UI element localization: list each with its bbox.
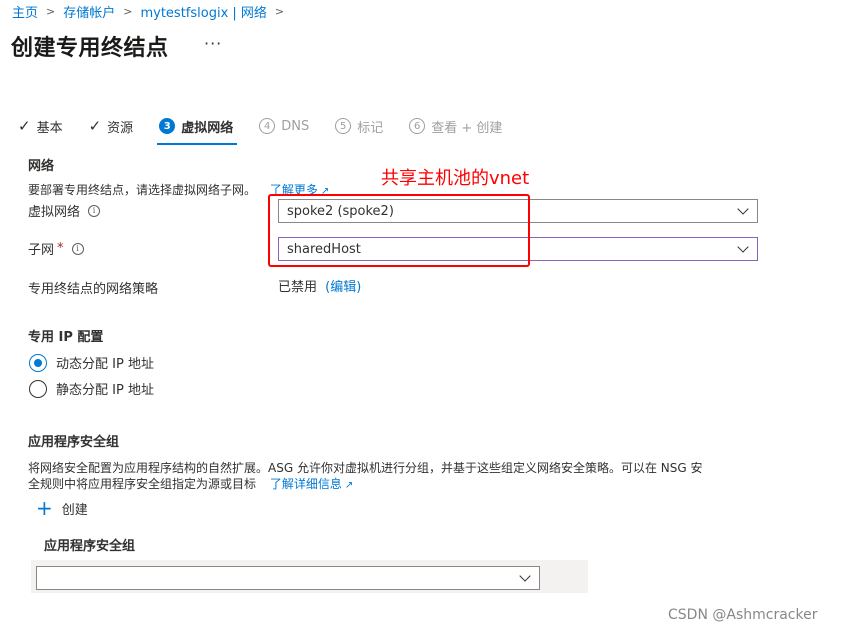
breadcrumb-storage-accounts[interactable]: 存储帐户 [63,2,115,21]
plus-icon: + [36,496,53,520]
tab-label: 查看 + 创建 [431,120,503,136]
asg-description-line1: 将网络安全配置为应用程序结构的自然扩展。ASG 允许你对虚拟机进行分组，并基于这… [28,461,703,475]
asg-dropdown[interactable] [36,566,540,590]
chevron-down-icon [737,241,749,253]
chevron-right-icon: > [123,5,133,18]
subnet-label-text: 子网 [28,243,55,258]
create-label: 创建 [61,502,88,518]
policy-edit-link[interactable]: (编辑) [325,280,361,295]
step-number-badge: 5 [335,118,352,134]
create-asg-button[interactable]: + 创建 [36,498,88,518]
breadcrumb: 主页 > 存储帐户 > mytestfslogix | 网络 > [12,2,286,21]
info-icon[interactable]: i [88,204,101,217]
annotation-highlight-box [268,194,530,267]
asg-column-header: 应用程序安全组 [44,539,136,554]
required-indicator: * [57,241,64,256]
tab-tags[interactable]: 5 标记 [335,114,383,138]
radio-static-ip[interactable]: 静态分配 IP 地址 [29,379,154,398]
watermark: CSDN @Ashmcracker [668,607,818,623]
policy-status: 已禁用 [278,280,318,295]
tab-basics[interactable]: ✓ 基本 [18,114,63,138]
tab-virtual-network[interactable]: 3 虚拟网络 [157,114,238,145]
step-number-badge: 6 [409,118,426,134]
tab-label: 资源 [107,120,134,136]
checkmark-icon: ✓ [88,117,102,135]
asg-section-title: 应用程序安全组 [28,435,120,450]
radio-label: 动态分配 IP 地址 [56,357,154,372]
tab-label: 虚拟网络 [181,120,234,136]
policy-label: 专用终结点的网络策略 [28,282,159,297]
network-description-text: 要部署专用终结点，请选择虚拟网络子网。 [28,183,257,197]
checkmark-icon: ✓ [18,117,31,135]
breadcrumb-home[interactable]: 主页 [12,2,38,21]
asg-description-text: 全规则中将应用程序安全组指定为源或目标 [28,477,257,491]
step-number-badge: 3 [159,118,176,134]
tab-review-create[interactable]: 6 查看 + 创建 [409,114,502,138]
chevron-down-icon [737,203,749,215]
radio-dynamic-ip[interactable]: 动态分配 IP 地址 [29,353,154,372]
breadcrumb-resource[interactable]: mytestfslogix | 网络 [140,2,266,21]
radio-button-unchecked[interactable] [29,379,47,398]
learn-detail-label: 了解详细信息 [269,477,342,491]
policy-value: 已禁用 (编辑) [278,276,361,295]
page-title: 创建专用终结点 [11,36,169,61]
network-section-title: 网络 [28,159,55,174]
chevron-right-icon: > [274,5,285,18]
tab-dns[interactable]: 4 DNS [259,114,309,138]
tab-label: DNS [281,118,310,134]
radio-button-checked[interactable] [29,353,47,372]
info-icon[interactable]: i [71,242,84,255]
learn-detail-link[interactable]: 了解详细信息 ↗ [270,477,353,491]
vnet-label: 虚拟网络 i [28,201,101,220]
ip-config-section-title: 专用 IP 配置 [28,330,104,345]
wizard-tabs: ✓ 基本 ✓ 资源 3 虚拟网络 4 DNS 5 标记 6 查看 + 创建 [18,114,528,145]
chevron-right-icon: > [46,5,56,18]
radio-label: 静态分配 IP 地址 [56,383,154,398]
annotation-text: 共享主机池的vnet [381,168,530,189]
vnet-label-text: 虚拟网络 [28,205,81,220]
external-link-icon: ↗ [344,480,354,491]
subnet-label: 子网 * i [28,239,84,258]
asg-description-line2: 全规则中将应用程序安全组指定为源或目标 了解详细信息 ↗ [28,475,353,492]
more-options-button[interactable]: ··· [204,34,222,53]
chevron-down-icon [519,570,531,582]
tab-resource[interactable]: ✓ 资源 [89,114,134,138]
tab-label: 标记 [357,120,384,136]
step-number-badge: 4 [259,118,276,134]
tab-label: 基本 [36,120,63,136]
